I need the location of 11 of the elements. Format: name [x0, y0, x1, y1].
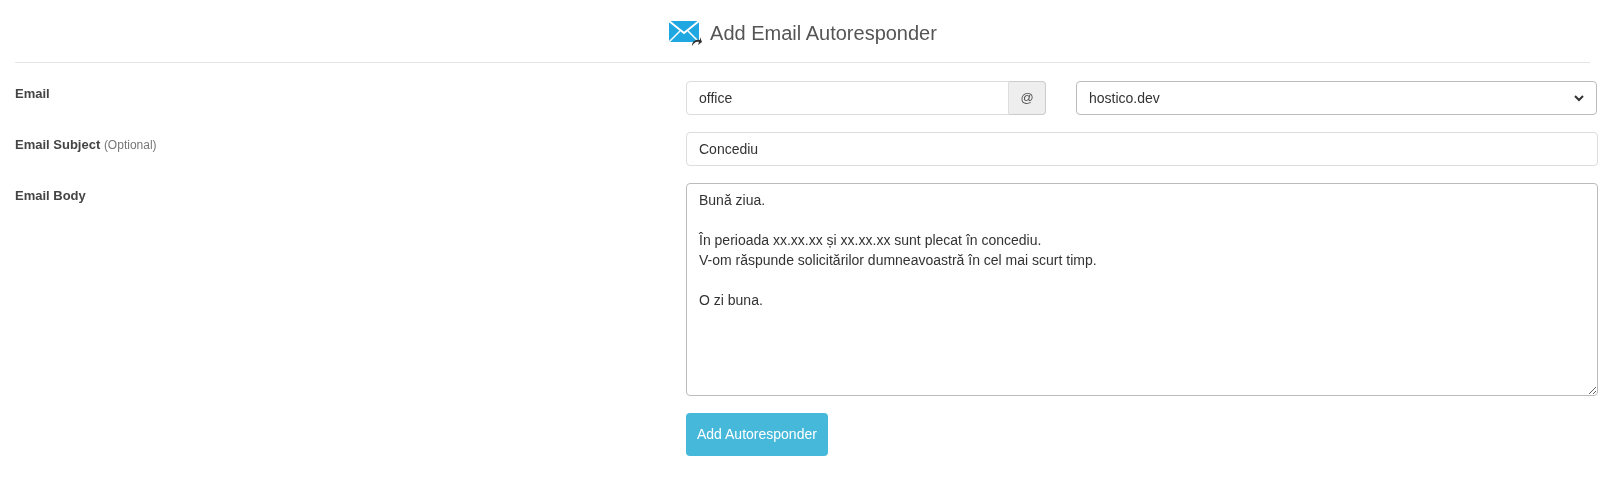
domain-select[interactable]: hostico.dev [1076, 81, 1597, 115]
page-title: Add Email Autoresponder [710, 21, 937, 46]
subject-input[interactable]: Concediu [686, 132, 1598, 166]
chevron-down-icon [1574, 94, 1584, 102]
field-label: Email Subject (Optional) [15, 136, 158, 154]
field-label: Email [15, 85, 51, 103]
email-input[interactable]: office [686, 81, 1010, 115]
envelope-icon [668, 18, 703, 48]
field-label: Email Body [15, 187, 87, 205]
body-textarea[interactable]: Bună ziua. În perioada xx.xx.xx și xx.xx.xx sunt plecat în concediu. V-om răspunde solicitărilor dumneavoastră în cel mai scurt timp. O zi buna. [686, 183, 1598, 396]
at-addon: @ [1009, 81, 1046, 115]
